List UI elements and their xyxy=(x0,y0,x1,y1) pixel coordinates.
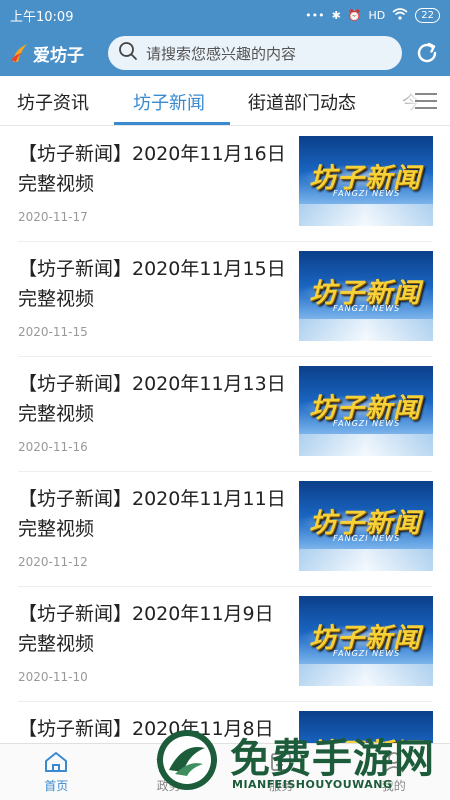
bottom-nav: 首页 政务 服务 我的 xyxy=(0,743,450,800)
news-thumbnail: 坊子新闻 FANGZI NEWS xyxy=(299,251,433,341)
news-item[interactable]: 【坊子新闻】2020年11月9日完整视频 2020-11-10 坊子新闻 FAN… xyxy=(18,587,433,702)
government-icon xyxy=(155,750,182,774)
news-title: 【坊子新闻】2020年11月15日完整视频 xyxy=(18,258,286,310)
news-item[interactable]: 【坊子新闻】2020年11月13日完整视频 2020-11-16 坊子新闻 FA… xyxy=(18,357,433,472)
service-icon xyxy=(268,750,294,774)
search-placeholder: 请搜索您感兴趣的内容 xyxy=(146,44,297,63)
thumbnail-subtitle: FANGZI NEWS xyxy=(333,189,401,198)
news-thumbnail: 坊子新闻 FANGZI NEWS xyxy=(299,366,433,456)
thumbnail-subtitle: FANGZI NEWS xyxy=(333,534,401,543)
more-dots-icon: ••• xyxy=(305,8,325,22)
app-logo[interactable]: 爱坊子 xyxy=(10,41,108,66)
category-tabs: 坊子资讯 坊子新闻 街道部门动态 今 xyxy=(0,76,450,126)
thumbnail-title: 坊子新闻 xyxy=(309,731,421,743)
thumbnail-subtitle: FANGZI NEWS xyxy=(333,649,401,658)
status-bar: 上午10:09 ••• ✱ ⏰ HD 22 xyxy=(0,0,450,30)
nav-home[interactable]: 首页 xyxy=(0,744,113,800)
nav-government[interactable]: 政务 xyxy=(113,744,226,800)
news-title: 【坊子新闻】2020年11月9日完整视频 xyxy=(18,603,274,655)
nav-government-label: 政务 xyxy=(156,779,181,793)
news-thumbnail: 坊子新闻 FANGZI NEWS xyxy=(299,596,433,686)
news-item[interactable]: 【坊子新闻】2020年11月11日完整视频 2020-11-12 坊子新闻 FA… xyxy=(18,472,433,587)
network-label: HD xyxy=(368,8,386,22)
news-thumbnail: 坊子新闻 FANGZI NEWS xyxy=(299,136,433,226)
nav-home-label: 首页 xyxy=(44,779,69,793)
tab-fangzi-info[interactable]: 坊子资讯 xyxy=(17,89,89,115)
app-name: 爱坊子 xyxy=(33,45,84,66)
tab-street-dept-news[interactable]: 街道部门动态 xyxy=(248,89,356,115)
tab-menu-icon[interactable] xyxy=(402,76,450,125)
active-tab-indicator xyxy=(114,122,230,125)
status-time: 上午10:09 xyxy=(10,9,74,25)
news-list: 【坊子新闻】2020年11月16日完整视频 2020-11-17 坊子新闻 FA… xyxy=(0,127,450,743)
alarm-icon: ⏰ xyxy=(347,8,362,22)
search-input[interactable]: 请搜索您感兴趣的内容 xyxy=(108,36,402,70)
news-title: 【坊子新闻】2020年11月16日完整视频 xyxy=(18,143,286,195)
news-date: 2020-11-16 xyxy=(18,440,88,454)
tab-fangzi-news[interactable]: 坊子新闻 xyxy=(133,89,205,115)
home-icon xyxy=(43,750,69,774)
news-item[interactable]: 【坊子新闻】2020年11月8日完整视频 坊子新闻 FANGZI NEWS xyxy=(18,702,433,743)
news-date: 2020-11-15 xyxy=(18,325,88,339)
thumbnail-subtitle: FANGZI NEWS xyxy=(333,419,401,428)
battery-indicator: 22 xyxy=(415,7,440,23)
app-logo-icon xyxy=(10,42,30,64)
nav-profile-label: 我的 xyxy=(381,779,406,793)
news-item[interactable]: 【坊子新闻】2020年11月15日完整视频 2020-11-15 坊子新闻 FA… xyxy=(18,242,433,357)
profile-icon xyxy=(381,750,407,774)
news-date: 2020-11-12 xyxy=(18,555,88,569)
news-date: 2020-11-10 xyxy=(18,670,88,684)
news-title: 【坊子新闻】2020年11月8日完整视频 xyxy=(18,718,274,740)
thumbnail-subtitle: FANGZI NEWS xyxy=(333,304,401,313)
status-icons: ••• ✱ ⏰ HD 22 xyxy=(305,7,440,23)
news-title: 【坊子新闻】2020年11月11日完整视频 xyxy=(18,488,286,540)
news-title: 【坊子新闻】2020年11月13日完整视频 xyxy=(18,373,286,425)
news-thumbnail: 坊子新闻 FANGZI NEWS xyxy=(299,711,433,743)
refresh-icon[interactable] xyxy=(414,40,440,66)
search-icon xyxy=(118,41,138,65)
news-thumbnail: 坊子新闻 FANGZI NEWS xyxy=(299,481,433,571)
nav-service-label: 服务 xyxy=(269,779,294,793)
wifi-icon xyxy=(392,7,408,23)
nav-service[interactable]: 服务 xyxy=(225,744,338,800)
nav-profile[interactable]: 我的 xyxy=(338,744,450,800)
news-item[interactable]: 【坊子新闻】2020年11月16日完整视频 2020-11-17 坊子新闻 FA… xyxy=(18,127,433,242)
bluetooth-icon: ✱ xyxy=(331,8,341,22)
app-header: 爱坊子 请搜索您感兴趣的内容 xyxy=(0,30,450,76)
news-date: 2020-11-17 xyxy=(18,210,88,224)
